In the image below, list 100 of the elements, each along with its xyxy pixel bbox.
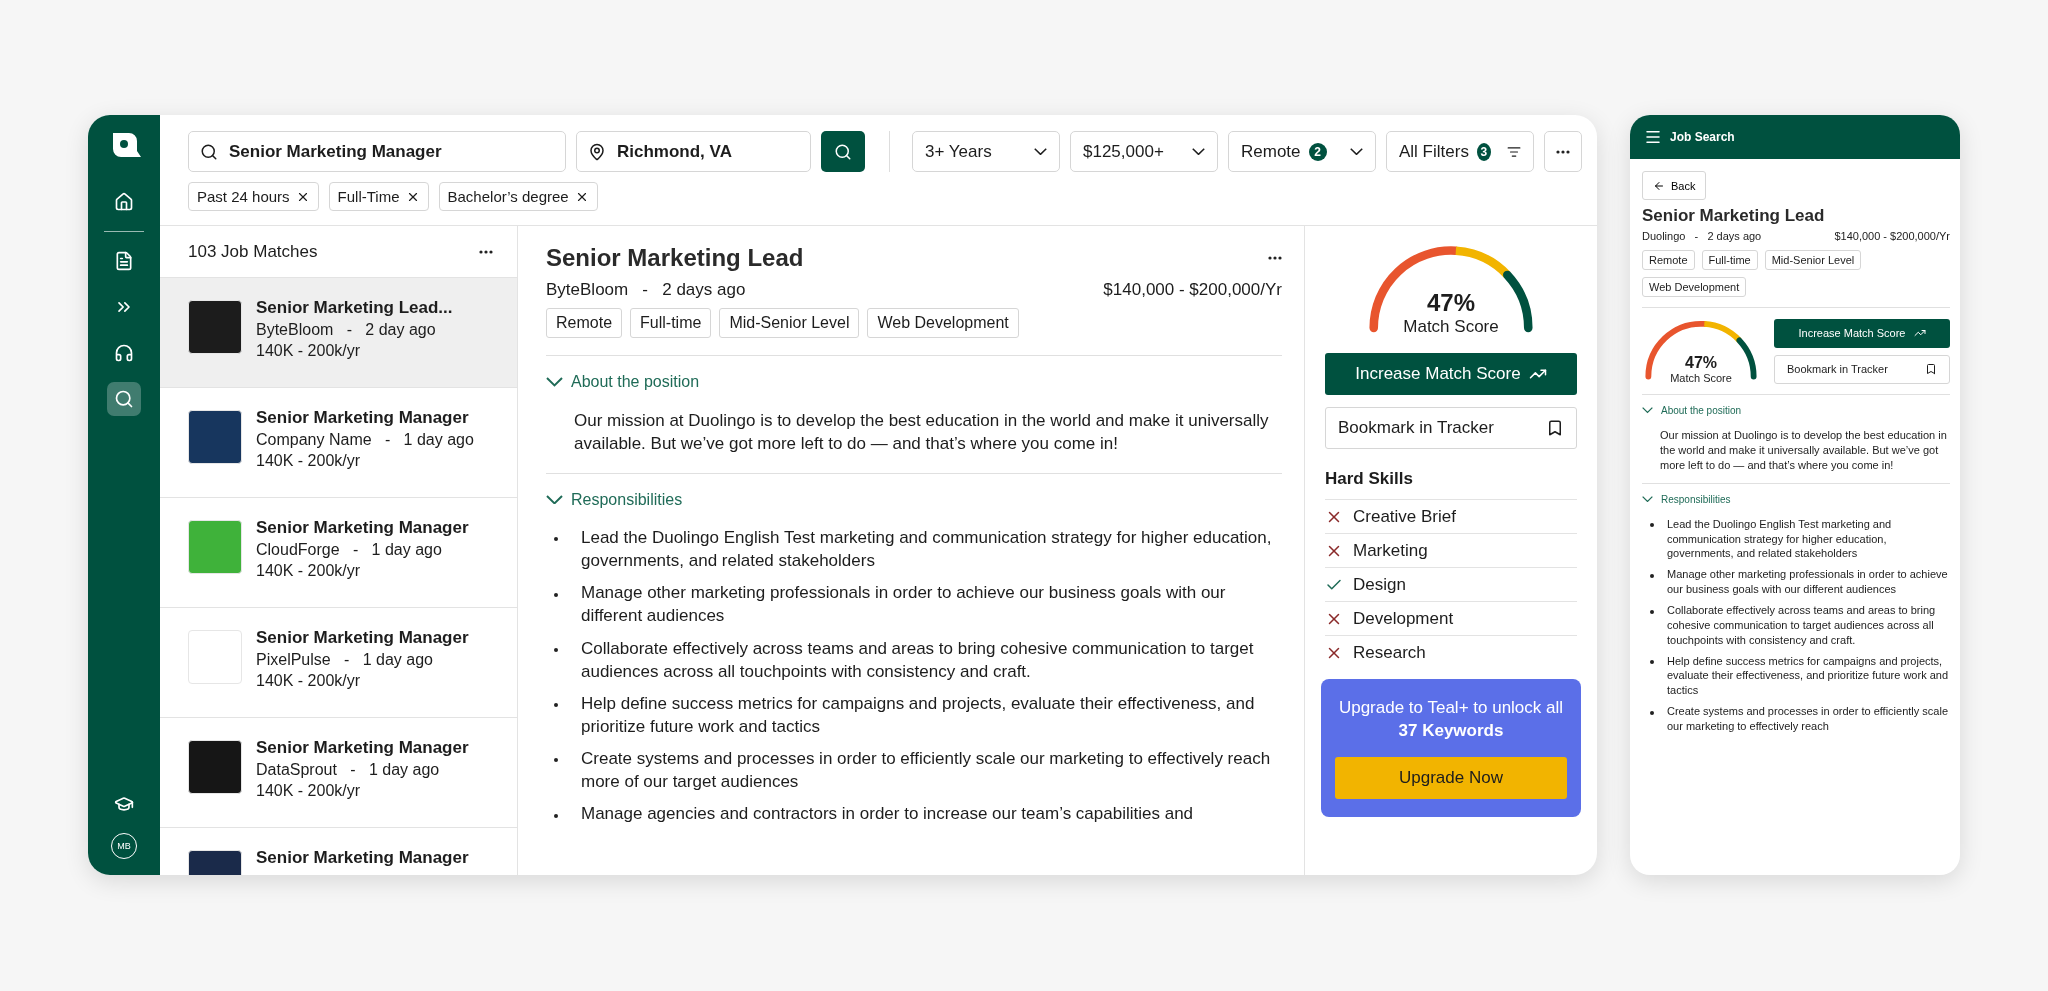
more-icon[interactable] — [479, 249, 493, 254]
company-name: ByteBloom - 2 day ago — [256, 321, 437, 339]
chevron-down-icon — [1642, 496, 1653, 503]
headset-icon — [114, 343, 134, 363]
bullet-text: Lead the Duolingo English Test marketing and communication strategy for higher education, governments, and related stakeholders — [581, 527, 1273, 573]
bullet-icon — [554, 592, 558, 597]
graduation-cap-icon — [114, 794, 134, 814]
score-label: Match Score — [1670, 372, 1732, 384]
description-text: Our mission at Duolingo is to develop the best education in the world and make it universally available. But we’ve got more left to do — and that’s where you come in! — [574, 409, 1270, 455]
bookmark-button[interactable]: Bookmark in Tracker — [1774, 354, 1950, 384]
job-tag: Mid-Senior Level — [1764, 250, 1862, 270]
job-tag: Remote — [546, 308, 623, 338]
bullet-text: Create systems and processes in order to efficiently scale our marketing to effectively reach more of our target audiences — [581, 748, 1272, 794]
filter-dropdown[interactable]: Remote 2 — [1228, 131, 1376, 172]
count-badge: 2 — [1308, 142, 1327, 161]
bookmark-icon — [1925, 363, 1937, 375]
chevron-down-icon — [546, 377, 563, 387]
job-title: Senior Marketing Lead — [546, 244, 804, 272]
section-title: Hard Skills — [1325, 469, 1414, 489]
company-name: ByteBloom - 2 days ago — [546, 280, 746, 300]
section-toggle[interactable]: Responsibilities — [1642, 493, 1950, 505]
filter-chip[interactable]: Full-Time — [328, 182, 429, 211]
company-name: PixelPulse - 1 day ago — [256, 651, 434, 669]
filter-chip[interactable]: Bachelor’s degree — [438, 182, 598, 211]
bullet-icon — [1650, 609, 1654, 614]
job-title: Senior Marketing Lead — [1642, 206, 1826, 226]
skill-name: Marketing — [1353, 540, 1428, 561]
section-toggle[interactable]: About the position — [1642, 405, 1950, 416]
job-title: Senior Marketing Manager — [256, 408, 470, 428]
skill-name: Creative Brief — [1353, 506, 1456, 527]
document-icon — [114, 251, 134, 271]
bullet-icon — [554, 647, 558, 652]
skill-name: Development — [1353, 608, 1454, 629]
count-badge: 3 — [1476, 142, 1491, 161]
chevron-down-icon — [1192, 147, 1205, 156]
search-button[interactable] — [821, 131, 865, 172]
company-name: DataSprout - 1 day ago — [256, 761, 441, 779]
filter-dropdown[interactable]: All Filters 3 — [1386, 131, 1534, 172]
search-icon — [834, 142, 852, 161]
back-button[interactable]: Back — [1642, 171, 1707, 200]
bookmark-icon — [1546, 419, 1564, 437]
job-tag: Web Development — [1642, 277, 1747, 297]
location-field[interactable]: Richmond, VA — [576, 131, 811, 172]
bullet-text: Help define success metrics for campaigns and projects, evaluate their effectiveness, and prioritize future work and tactics — [581, 692, 1256, 738]
company-name: Duolingo - 2 days ago — [1642, 230, 1762, 242]
match-score: 47% — [1685, 354, 1717, 372]
salary-text: 140K - 200k/yr — [256, 342, 362, 360]
map-pin-icon — [588, 143, 606, 161]
job-title: Senior Marketing Manager — [256, 738, 469, 758]
skill-name: Research — [1353, 642, 1426, 663]
bullet-text: Create systems and processes in order to efficiently scale our marketing to effectively reach — [1667, 704, 1950, 734]
salary-text: 140K - 200k/yr — [256, 562, 362, 580]
job-title: Senior Marketing Manager — [256, 848, 469, 868]
bullet-text: Collaborate effectively across teams and areas to bring cohesive communication to target audiences across all touchpoints with consistency and craft. — [581, 637, 1255, 683]
nav-item[interactable] — [107, 382, 141, 416]
bullet-icon — [554, 758, 558, 763]
job-title: Senior Marketing Lead... — [256, 298, 453, 318]
bullet-text: Manage other marketing professionals in order to achieve our business goals with our different audiences — [1667, 567, 1949, 597]
chevron-down-icon — [1642, 407, 1653, 414]
company-name: Company Name - 1 day ago — [256, 431, 474, 449]
filter-chip[interactable]: Past 24 hours — [188, 182, 319, 211]
arrow-left-icon — [1653, 179, 1665, 192]
increase-score-button[interactable]: Increase Match Score — [1325, 353, 1577, 395]
salary-text: 140K - 200k/yr — [256, 672, 362, 690]
bullet-icon — [1650, 523, 1654, 528]
bullet-icon — [554, 813, 558, 818]
job-tag: Full-time — [1701, 250, 1758, 270]
search-icon — [200, 143, 218, 161]
header-title: Job Search — [1670, 130, 1735, 144]
section-toggle[interactable]: Responsibilities — [546, 490, 683, 509]
more-icon[interactable] — [1268, 256, 1282, 260]
bullet-text: Help define success metrics for campaigns and projects, evaluate their effectiveness, and prioritize future work and tactics — [1667, 653, 1950, 699]
job-tag: Remote — [1642, 250, 1695, 270]
salary-text: $140,000 - $200,000/Yr — [1834, 230, 1950, 242]
increase-score-button[interactable]: Increase Match Score — [1774, 318, 1950, 348]
filter-dropdown[interactable]: $125,000+ — [1070, 131, 1218, 172]
job-card[interactable]: Senior Marketing Lead... ByteBloom - 2 day ago 140K - 200k/yr — [160, 278, 517, 388]
salary-text: 140K - 200k/yr — [256, 452, 362, 470]
bullet-icon — [1650, 660, 1654, 665]
company-name: CloudForge - 1 day ago — [256, 541, 443, 559]
job-tag: Full-time — [630, 308, 712, 338]
bookmark-button[interactable]: Bookmark in Tracker — [1325, 407, 1577, 449]
trend-up-icon — [1913, 327, 1926, 339]
filter-dropdown[interactable]: 3+ Years — [912, 131, 1060, 172]
job-tag: Mid-Senior Level — [719, 308, 860, 338]
bullet-text: Collaborate effectively across teams and areas to bring cohesive communication to target audiences across all touchpoints with consistency and craft. — [1667, 603, 1937, 648]
bullet-text: Lead the Duolingo English Test marketing and communication strategy for higher education, governments, and related stakeholders — [1667, 516, 1893, 562]
more-icon — [1556, 149, 1570, 154]
chevron-down-icon — [546, 494, 563, 505]
section-toggle[interactable]: About the position — [546, 373, 700, 391]
upgrade-button[interactable]: Upgrade Now — [1335, 756, 1567, 799]
bullet-icon — [1650, 710, 1654, 715]
upgrade-text: Upgrade to Teal+ to unlock all 37 Keywords — [1337, 697, 1565, 742]
search-field[interactable]: Senior Marketing Manager — [188, 131, 566, 172]
match-score: 47% — [1426, 289, 1475, 317]
salary-text: $140,000 - $200,000/Yr — [1103, 280, 1282, 300]
bullet-icon — [1650, 573, 1654, 578]
chevron-down-icon — [1034, 147, 1047, 156]
bullet-icon — [554, 537, 558, 542]
menu-icon[interactable] — [1644, 128, 1662, 146]
